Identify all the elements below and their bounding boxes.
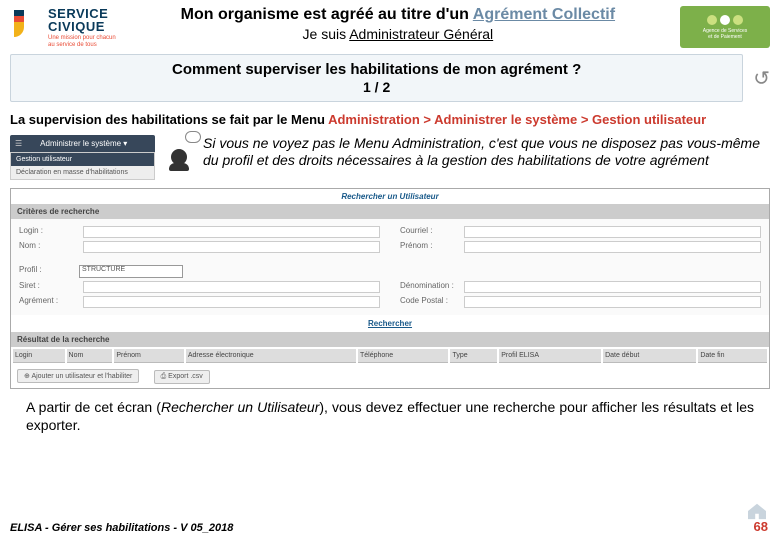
- app-screenshot: Rechercher un Utilisateur Critères de re…: [10, 188, 770, 389]
- tip-text: Si vous ne voyez pas le Menu Administrat…: [203, 135, 770, 169]
- menu-icon: ☰: [15, 139, 22, 148]
- col-profil: Profil ELISA: [499, 349, 601, 363]
- thinker-icon: [165, 135, 193, 165]
- header: SERVICE CIVIQUE Une mission pour chacun …: [0, 0, 780, 48]
- col-type: Type: [450, 349, 497, 363]
- col-debut: Date début: [603, 349, 696, 363]
- ss-btn-export: ⎙ Export .csv: [154, 370, 210, 384]
- logo-tag-2: au service de tous: [48, 42, 116, 48]
- footer-left: ELISA - Gérer ses habilitations - V 05_2…: [10, 522, 233, 534]
- lbl-courriel: Courriel :: [400, 226, 460, 238]
- menu-row-selected: Gestion utilisateur: [11, 153, 154, 166]
- ss-result-bar: Résultat de la recherche: [11, 332, 769, 347]
- profil-select: STRUCTURE: [79, 265, 183, 278]
- sc-mark-icon: [10, 6, 44, 40]
- title-pre: Mon organisme est agréé au titre d'un: [181, 6, 473, 23]
- ss-title: Rechercher un Utilisateur: [11, 189, 769, 204]
- asp-line2: et de Paiement: [703, 34, 747, 40]
- title-block: Mon organisme est agréé au titre d'un Ag…: [116, 6, 680, 42]
- ss-btn-add: ⊕ Ajouter un utilisateur et l'habiliter: [17, 369, 139, 383]
- question-page: 1 / 2: [19, 79, 734, 95]
- asp-line1: Agence de Services: [703, 28, 747, 34]
- supervision-line: La supervision des habilitations se fait…: [10, 112, 770, 127]
- menu-top-label: Administrer le système ▾: [40, 139, 127, 148]
- ss-search-link: Rechercher: [368, 319, 412, 328]
- lbl-nom: Nom :: [19, 241, 79, 253]
- ss-criteria-bar: Critères de recherche: [11, 204, 769, 219]
- col-email: Adresse électronique: [186, 349, 356, 363]
- instruction-text: A partir de cet écran (Rechercher un Uti…: [26, 399, 754, 434]
- ss-result-table: Login Nom Prénom Adresse électronique Té…: [11, 347, 769, 365]
- supervision-pre: La supervision des habilitations se fait…: [10, 112, 328, 127]
- lbl-agrement: Agrément :: [19, 296, 79, 308]
- lbl-denom: Dénomination :: [400, 281, 460, 293]
- supervision-path: Administration > Administrer le système …: [328, 112, 706, 127]
- menu-row-2: Déclaration en masse d'habilitations: [11, 166, 154, 179]
- col-login: Login: [13, 349, 65, 363]
- page-number: 68: [754, 519, 768, 534]
- home-icon[interactable]: [746, 502, 768, 520]
- instr-pre: A partir de cet écran (: [26, 399, 161, 415]
- lbl-profil: Profil :: [19, 265, 79, 278]
- lbl-prenom: Prénom :: [400, 241, 460, 253]
- lbl-cp: Code Postal :: [400, 296, 460, 308]
- col-tel: Téléphone: [358, 349, 448, 363]
- subtitle-underline: Administrateur Général: [349, 26, 493, 42]
- service-civique-logo: SERVICE CIVIQUE Une mission pour chacun …: [10, 6, 116, 48]
- logo-tag-1: Une mission pour chacun: [48, 35, 116, 41]
- lbl-login: Login :: [19, 226, 79, 238]
- question-box: Comment superviser les habilitations de …: [10, 54, 743, 102]
- question-text: Comment superviser les habilitations de …: [19, 61, 734, 78]
- subtitle-pre: Je suis: [303, 26, 350, 42]
- refresh-icon[interactable]: ↺: [753, 66, 770, 91]
- title-highlight: Agrément Collectif: [473, 6, 615, 23]
- menu-screenshot-thumb: ☰ Administrer le système ▾ Gestion utili…: [10, 135, 155, 180]
- logo-text-2: CIVIQUE: [48, 19, 116, 34]
- col-fin: Date fin: [698, 349, 767, 363]
- col-nom: Nom: [67, 349, 113, 363]
- instr-em: Rechercher un Utilisateur: [161, 399, 319, 415]
- footer: ELISA - Gérer ses habilitations - V 05_2…: [0, 519, 780, 536]
- lbl-siret: Siret :: [19, 281, 79, 293]
- asp-logo: Agence de Services et de Paiement: [680, 6, 770, 48]
- col-prenom: Prénom: [114, 349, 184, 363]
